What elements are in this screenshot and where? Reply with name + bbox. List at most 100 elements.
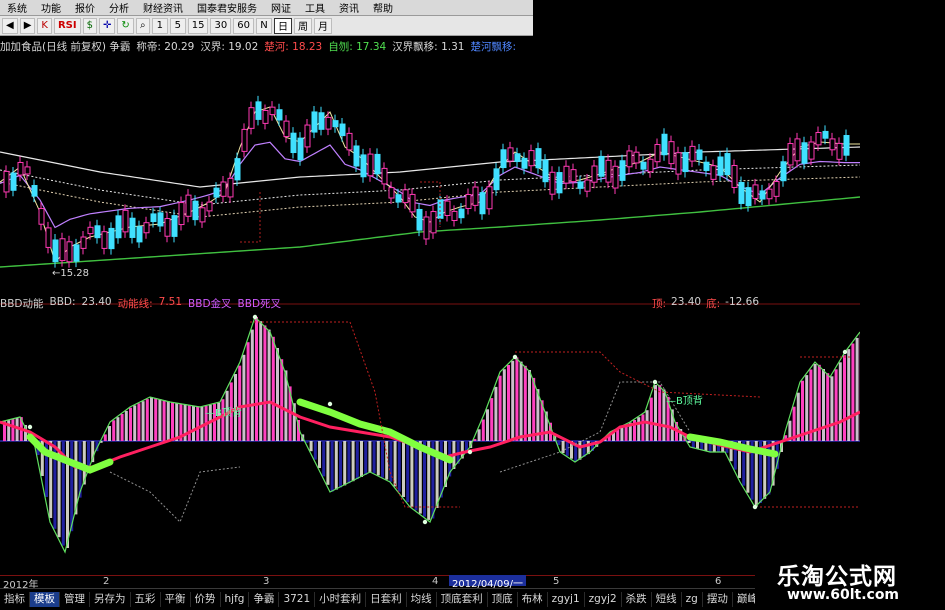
candle-body [32,186,37,197]
formula-tab-7[interactable]: hjfg [221,592,250,607]
stock-icon[interactable]: $ [83,18,97,34]
ma-line-dotted-2 [0,177,860,217]
candle-body [193,201,198,219]
signal-dot [468,450,472,454]
formula-tab-5[interactable]: 平衡 [161,592,191,607]
histogram-bar-negative [322,441,325,476]
histogram-bar-negative [314,441,317,460]
formula-tab-1[interactable]: 模板 [30,592,60,607]
chart-area[interactable]: ←15.28—B顶背—B顶背 [0,52,860,575]
period-button-2[interactable]: 15 [188,18,209,34]
period-button-6[interactable]: 日 [274,18,292,34]
period-button-5[interactable]: N [256,18,272,34]
formula-tab-3[interactable]: 另存为 [90,592,131,607]
candle-body [25,167,30,174]
candle-body [823,131,828,138]
back-arrow-icon[interactable]: ◀ [2,18,18,34]
histogram-bar-positive [654,385,657,441]
forward-arrow-icon[interactable]: ▶ [20,18,36,34]
formula-tab-21[interactable]: 摆动 [703,592,733,607]
death-cross-label: BBD死叉 [238,296,282,309]
ma-line-purple [0,142,860,227]
histogram-bar-negative [557,441,560,445]
candle-body [501,150,506,168]
rsi-button[interactable]: RSI [54,18,81,34]
histogram-bar-positive [662,389,665,441]
period-button-7[interactable]: 周 [294,18,312,34]
formula-tab-14[interactable]: 顶底 [488,592,518,607]
ma-line-green [0,197,860,267]
period-button-8[interactable]: 月 [314,18,332,34]
candle-body [697,150,702,159]
candle-body [564,166,569,183]
formula-tab-20[interactable]: zg [682,592,703,607]
period-button-1[interactable]: 5 [170,18,186,34]
histogram-bar-positive [221,399,224,441]
menu-item-8[interactable]: 资讯 [332,0,366,15]
candle-body [53,240,58,262]
formula-tab-16[interactable]: zgyj1 [548,592,585,607]
menu-item-0[interactable]: 系统 [0,0,34,15]
candle-body [550,172,555,194]
menu-item-4[interactable]: 财经资讯 [136,0,190,15]
period-button-4[interactable]: 60 [233,18,254,34]
candle-body [368,154,373,176]
menu-item-2[interactable]: 报价 [68,0,102,15]
period-button-0[interactable]: 1 [152,18,168,34]
menu-item-7[interactable]: 工具 [298,0,332,15]
histogram-bar-positive [839,362,842,441]
momentum-value: 7.51 [159,296,182,309]
histogram-bar-negative [696,441,699,449]
candle-body [767,189,772,199]
text-k-icon[interactable]: K [37,18,52,34]
candle-body [739,183,744,204]
candle-body [95,226,100,238]
formula-tab-0[interactable]: 指标 [0,592,30,607]
bbd-value: 23.40 [82,296,112,309]
formula-tab-8[interactable]: 争霸 [249,592,279,607]
candle-body [312,112,317,132]
formula-tab-6[interactable]: 价势 [191,592,221,607]
histogram-bar-negative [692,441,695,448]
formula-tab-12[interactable]: 均线 [407,592,437,607]
refresh-icon[interactable]: ↻ [117,18,133,34]
menu-item-5[interactable]: 国泰君安服务 [190,0,264,15]
histogram-bar-negative [364,441,367,475]
histogram-bar-negative [415,441,418,510]
candle-body [795,139,800,161]
histogram-bar-negative [440,441,443,498]
menu-item-6[interactable]: 网证 [264,0,298,15]
candle-body [200,208,205,222]
menu-item-9[interactable]: 帮助 [366,0,400,15]
formula-tab-2[interactable]: 管理 [60,592,90,607]
formula-tab-15[interactable]: 布林 [518,592,548,607]
histogram-bar-positive [196,406,199,441]
candle-body [704,162,709,170]
indicator-name: BBD动能 [0,296,44,309]
histogram-bar-positive [11,419,14,441]
formula-tab-18[interactable]: 杀跌 [622,592,652,607]
formula-tab-17[interactable]: zgyj2 [585,592,622,607]
top-value: 23.40 [671,296,701,309]
formula-tab-13[interactable]: 顶底套利 [437,592,488,607]
candle-body [578,182,583,188]
candle-body [557,173,562,193]
formula-tab-9[interactable]: 3721 [279,592,315,607]
formula-tab-10[interactable]: 小时套利 [315,592,366,607]
price-info-line: 加加食品(日线 前复权) 争霸 称帝: 20.29汉界: 19.02楚河: 18… [0,39,560,52]
candle-body [319,113,324,130]
histogram-bar-positive [150,397,153,441]
period-button-3[interactable]: 30 [210,18,231,34]
candle-body [536,149,541,168]
menu-item-1[interactable]: 功能 [34,0,68,15]
candle-body [4,171,9,192]
histogram-bar-positive [835,369,838,441]
formula-tab-4[interactable]: 五彩 [131,592,161,607]
crosshair-icon[interactable]: ✛ [99,18,115,34]
candle-body [277,110,282,120]
formula-tab-19[interactable]: 短线 [652,592,682,607]
menu-item-3[interactable]: 分析 [102,0,136,15]
formula-tab-11[interactable]: 日套利 [366,592,407,607]
histogram-bar-negative [310,441,313,451]
search-icon[interactable]: ⌕ [136,18,150,34]
